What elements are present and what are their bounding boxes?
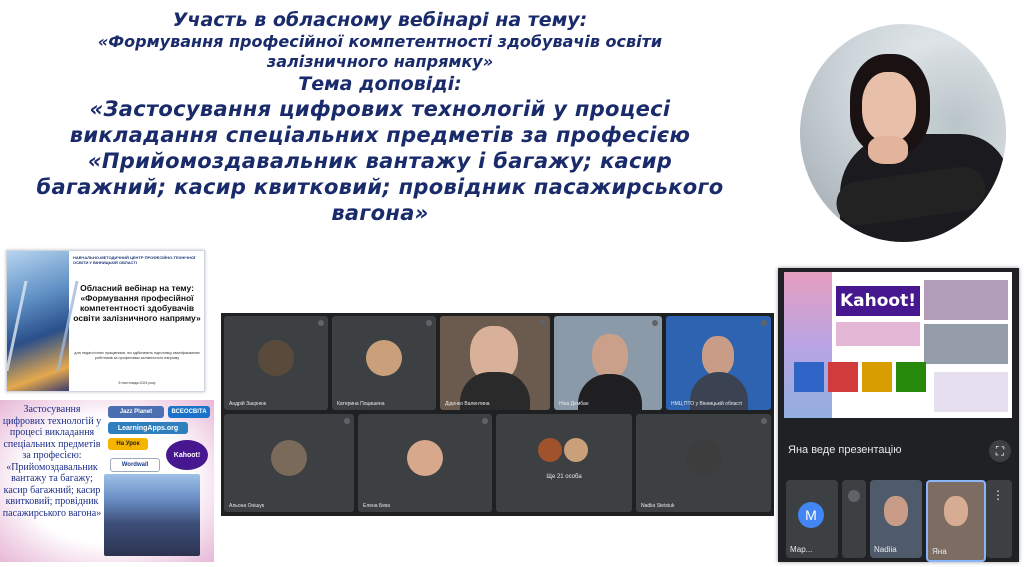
slide-heading: Участь в обласному вебінарі на тему: «Фо… bbox=[10, 8, 750, 226]
participant-tile[interactable]: Елена Бевз bbox=[358, 414, 492, 512]
organization-label: НАВЧАЛЬНО-МЕТОДИЧНИЙ ЦЕНТР ПРОФЕСІЙНО-ТЕ… bbox=[73, 255, 196, 265]
participant-avatar bbox=[685, 440, 722, 477]
portrait-hand bbox=[868, 136, 908, 164]
participant-name: Діденко Валентина bbox=[445, 401, 490, 407]
heading-line-report-topic-label: Тема доповіді: bbox=[298, 73, 462, 95]
participant-name: Альона Онішук bbox=[229, 503, 265, 509]
slide-collage-left bbox=[784, 272, 832, 418]
answer-tile bbox=[896, 362, 926, 392]
participant-tile[interactable]: Альона Онішук bbox=[224, 414, 354, 512]
heading-line-webinar-topic-a: «Формування професійної компетентності з… bbox=[97, 32, 663, 51]
mic-muted-icon bbox=[652, 320, 658, 326]
presenting-label: Яна веде презентацію bbox=[788, 444, 902, 456]
participant-tile[interactable]: M Мар... bbox=[786, 480, 838, 558]
participant-name: НМЦ ПТО у Вінницькій області bbox=[671, 401, 743, 407]
report-topic-image: Застосування цифрових технологій у проце… bbox=[0, 400, 214, 562]
heading-line-webinar-topic-b: залізничного напрямку» bbox=[266, 52, 494, 71]
participant-avatar bbox=[407, 440, 443, 477]
slide-photo bbox=[924, 324, 1008, 364]
kahoot-logo: Kahoot! bbox=[836, 286, 920, 316]
participant-video bbox=[702, 336, 734, 376]
mic-muted-icon bbox=[540, 320, 546, 326]
participant-tile[interactable]: Nadiia bbox=[870, 480, 922, 558]
participant-tile[interactable]: Ніна Дембан bbox=[554, 316, 662, 410]
heading-line-participation: Участь в обласному вебінарі на тему: bbox=[172, 9, 588, 31]
participant-tile[interactable]: Андрій Заєрнюк bbox=[224, 316, 328, 410]
slide-quiz-panel bbox=[934, 372, 1008, 412]
participant-tile[interactable]: Діденко Валентина bbox=[440, 316, 550, 410]
wordwall-tile: Wordwall bbox=[110, 458, 160, 472]
kahoot-tile: Kahoot! bbox=[166, 440, 208, 470]
participant-avatar bbox=[258, 340, 294, 377]
announcement-description: для педагогічних працівників, які здійсн… bbox=[74, 351, 200, 360]
participant-avatar bbox=[564, 438, 588, 462]
mic-muted-icon bbox=[482, 418, 488, 424]
heading-line-report-c: «Прийомоздавальник вантажу і багажу; кас… bbox=[87, 149, 673, 173]
video-call-grid: Андрій Заєрнюк Катерина Поцишена Діденко… bbox=[221, 313, 774, 516]
heading-line-report-b: викладання спеціальних предметів за проф… bbox=[69, 123, 691, 147]
naurok-tile: На Урок bbox=[108, 438, 148, 450]
participant-video bbox=[884, 496, 908, 526]
participant-name: Мар... bbox=[790, 545, 813, 554]
answer-tile bbox=[828, 362, 858, 392]
answer-tile bbox=[862, 362, 892, 392]
train-illustration bbox=[7, 251, 79, 391]
participant-name: Ніна Дембан bbox=[559, 401, 589, 407]
slide-banner bbox=[836, 322, 920, 346]
participant-tile[interactable]: Катерина Поцишена bbox=[332, 316, 436, 410]
heading-line-report-d: багажний; касир квитковий; провідник пас… bbox=[36, 175, 724, 199]
announcement-title: Обласний вебінар на тему: «Формування пр… bbox=[73, 283, 201, 323]
mic-muted-icon bbox=[761, 418, 767, 424]
expand-icon[interactable]: ⛶ bbox=[989, 440, 1011, 462]
participant-avatar: M bbox=[798, 502, 824, 528]
participant-name: Яна bbox=[932, 547, 947, 556]
speaker-portrait bbox=[800, 24, 1006, 242]
report-topic-text: Застосування цифрових технологій у проце… bbox=[2, 404, 102, 519]
participant-avatar bbox=[271, 440, 307, 477]
participant-tile[interactable]: Nadiia Stetsiuk bbox=[636, 414, 771, 512]
heading-line-report-e: вагона» bbox=[331, 201, 429, 225]
kahoot-slide: Kahoot! bbox=[784, 272, 1012, 418]
participant-name: Андрій Заєрнюк bbox=[229, 401, 266, 407]
others-tile[interactable]: Ще 21 особа bbox=[496, 414, 632, 512]
participant-name: Nadiia bbox=[874, 545, 897, 554]
heading-line-report-a: «Застосування цифрових технологій у проц… bbox=[89, 97, 671, 121]
more-options-button[interactable]: ⋮ bbox=[986, 480, 1012, 558]
participant-avatar bbox=[366, 340, 402, 377]
mic-muted-icon bbox=[761, 320, 767, 326]
participant-name: Катерина Поцишена bbox=[337, 401, 385, 407]
participant-name: Елена Бевз bbox=[363, 503, 390, 509]
participant-name: Nadiia Stetsiuk bbox=[641, 503, 675, 509]
mic-muted-icon bbox=[848, 490, 860, 502]
presentation-call-panel: Kahoot! Яна веде презентацію ⛶ M Мар... … bbox=[778, 268, 1019, 562]
jazz-planet-tile: Jazz Planet bbox=[108, 406, 164, 418]
mic-muted-icon bbox=[426, 320, 432, 326]
learningapps-tile: LearningApps.org bbox=[108, 422, 188, 434]
group-photo bbox=[104, 474, 200, 556]
mic-off-button[interactable] bbox=[842, 480, 866, 558]
webinar-announcement-image: НАВЧАЛЬНО-МЕТОДИЧНИЙ ЦЕНТР ПРОФЕСІЙНО-ТЕ… bbox=[6, 250, 205, 392]
mic-muted-icon bbox=[318, 320, 324, 326]
participant-video bbox=[592, 334, 628, 378]
announcement-date: 6 листопада 2024 року bbox=[118, 381, 156, 385]
audio-wave-icon: ⋮ bbox=[992, 488, 1004, 502]
participant-tile[interactable]: НМЦ ПТО у Вінницькій області bbox=[666, 316, 771, 410]
participant-video bbox=[944, 496, 968, 526]
slide-photo bbox=[924, 280, 1008, 320]
others-count: Ще 21 особа bbox=[546, 474, 582, 480]
participant-tile[interactable]: Яна bbox=[926, 480, 986, 562]
mic-muted-icon bbox=[344, 418, 350, 424]
participant-avatar bbox=[538, 438, 562, 462]
vseosvita-tile: ВСЕОСВІТА bbox=[168, 406, 210, 418]
answer-tile bbox=[794, 362, 824, 392]
portrait-face bbox=[862, 72, 916, 142]
